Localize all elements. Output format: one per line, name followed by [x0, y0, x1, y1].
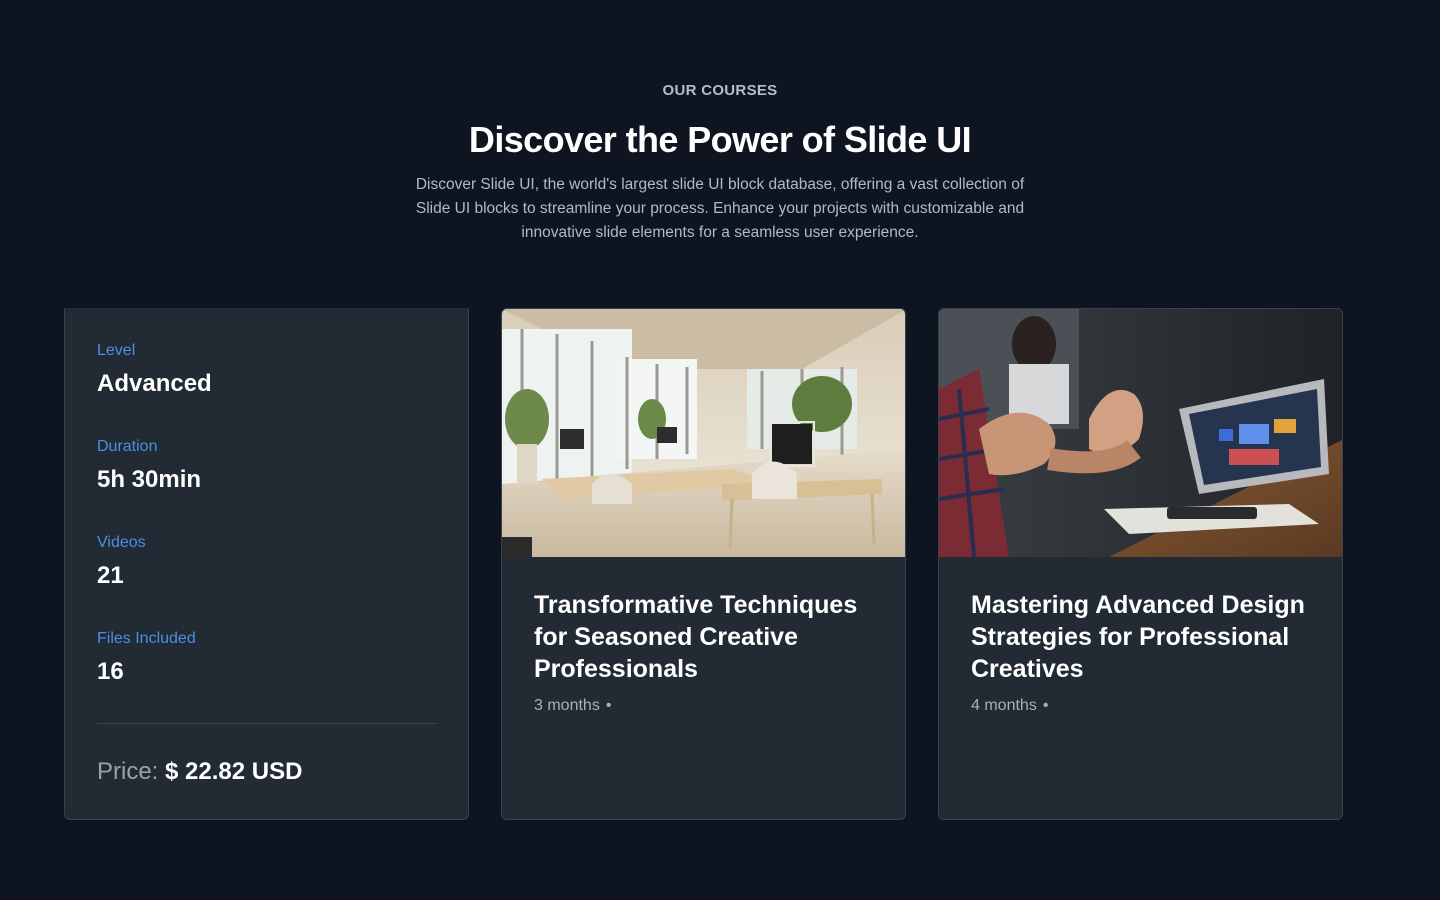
- courses-header: OUR COURSES Discover the Power of Slide …: [0, 82, 1440, 245]
- office-interior-image: [502, 309, 905, 557]
- stat-label: Duration: [97, 438, 158, 455]
- course-stats: Level Advanced Duration 5h 30min Videos …: [97, 342, 438, 726]
- stat-value: 16: [97, 658, 124, 685]
- stat-label: Videos: [97, 534, 146, 551]
- section-description: Discover Slide UI, the world's largest s…: [415, 176, 1025, 241]
- course-card[interactable]: Mastering Advanced Design Strategies for…: [938, 308, 1343, 820]
- meditation-laptop-image: [939, 309, 1342, 557]
- course-duration: 3 months: [534, 697, 600, 714]
- course-title[interactable]: Transformative Techniques for Seasoned C…: [534, 589, 875, 685]
- stat-duration: Duration 5h 30min: [97, 438, 438, 534]
- course-meta: 3 months •: [534, 697, 875, 715]
- stat-videos: Videos 21: [97, 534, 438, 630]
- bullet-separator: •: [1042, 697, 1049, 714]
- course-card[interactable]: Transformative Techniques for Seasoned C…: [501, 308, 906, 820]
- course-body: Mastering Advanced Design Strategies for…: [971, 589, 1312, 715]
- stat-value: 21: [97, 562, 124, 589]
- course-body: Transformative Techniques for Seasoned C…: [534, 589, 875, 715]
- stat-label: Files Included: [97, 630, 196, 647]
- bullet-separator: •: [605, 697, 612, 714]
- section-title: Discover the Power of Slide UI: [468, 119, 972, 160]
- course-duration: 4 months: [971, 697, 1037, 714]
- price-value: $ 22.82 USD: [165, 758, 303, 785]
- divider: [97, 723, 438, 724]
- price-label: Price:: [97, 758, 159, 785]
- stat-files-included: Files Included 16: [97, 630, 438, 726]
- stat-label: Level: [97, 342, 136, 359]
- stat-value: 5h 30min: [97, 466, 202, 493]
- course-meta: 4 months •: [971, 697, 1312, 715]
- course-title[interactable]: Mastering Advanced Design Strategies for…: [971, 589, 1312, 685]
- section-eyebrow: OUR COURSES: [662, 82, 778, 99]
- price: Price: $ 22.82 USD: [97, 758, 302, 786]
- course-info-card: Level Advanced Duration 5h 30min Videos …: [64, 308, 469, 820]
- stat-value: Advanced: [97, 370, 212, 397]
- course-cards: Level Advanced Duration 5h 30min Videos …: [64, 308, 1344, 820]
- stat-level: Level Advanced: [97, 342, 438, 438]
